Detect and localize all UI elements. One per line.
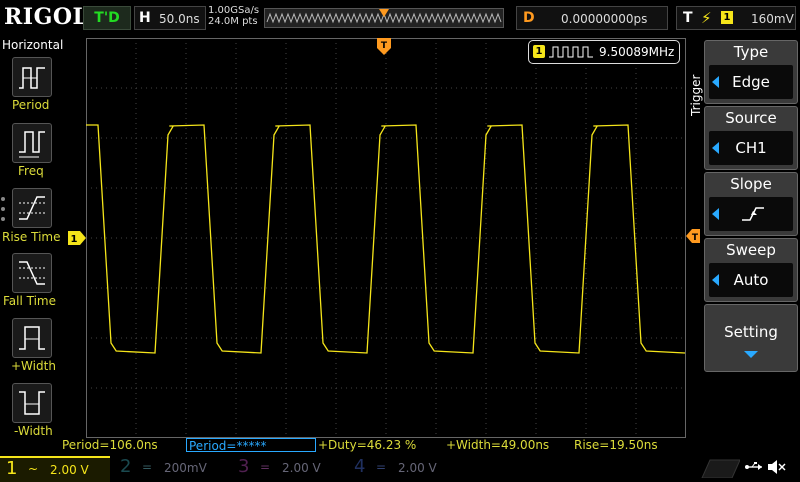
measurement-duty: +Duty=46.23 % [318,438,417,452]
ch4-number: 4 [354,456,366,477]
trigger-setting-button[interactable]: Setting [704,304,798,372]
period-icon [19,67,45,89]
select-arrow-icon [712,208,719,220]
trigger-type-value: Edge [732,73,770,91]
rise-time-button[interactable] [12,188,52,228]
measurement-period-selected[interactable]: Period=***** [186,438,316,453]
freq-counter-value: 9.50089MHz [599,45,675,59]
ch2-tab[interactable]: 2 = 200mV [114,456,226,480]
menu-page-dot [1,197,5,201]
frequency-counter: 1 9.50089MHz [528,40,680,64]
freq-button[interactable] [12,123,52,163]
ch4-scale: 2.00 V [398,461,437,475]
ch2-coupling-icon: = [142,460,153,474]
period-button[interactable] [12,57,52,97]
ch1-coupling-icon: ~ [28,462,39,476]
freq-label: Freq [18,164,44,178]
positive-width-label: +Width [11,359,56,373]
positive-width-icon [19,326,45,350]
measurement-period: Period=106.0ns [62,438,158,452]
trigger-menu-title: Trigger [689,75,703,117]
ch2-scale: 200mV [164,461,207,475]
trigger-source-title: Source [725,109,777,127]
timebase-label: H [139,10,151,26]
freq-counter-channel: 1 [533,45,545,58]
timebase-box[interactable]: H 50.0ns [134,6,206,30]
ch1-number: 1 [6,458,18,479]
graticule-grid [86,38,686,438]
horizontal-menu-title: Horizontal [2,38,64,52]
trigger-status-box[interactable]: T ⚡ 1 160mV [676,6,796,30]
rigol-logo: RIGOL [4,4,89,30]
trigger-channel: 1 [721,11,733,24]
waveform-graticule[interactable] [86,38,686,438]
ch3-coupling-icon: = [260,460,271,474]
memory-depth: 24.0M pts [208,16,258,27]
period-label: Period [12,98,50,112]
freq-icon [19,131,45,158]
trigger-label: T [683,10,693,26]
ch1-tab[interactable]: 1 ~ 2.00 V [0,456,110,482]
svg-text:T: T [381,41,388,51]
memory-waveform-icon [266,9,502,24]
trigger-source-value: CH1 [735,139,767,157]
memory-overview-bar[interactable] [264,8,504,28]
rising-edge-icon [742,207,764,221]
trigger-type-button[interactable]: Type Edge [704,40,798,104]
rise-time-icon [19,196,45,220]
trigger-position-marker-icon[interactable]: T [376,38,392,56]
ch3-tab[interactable]: 3 = 2.00 V [232,456,344,480]
ch1-scale: 2.00 V [50,463,89,477]
negative-width-button[interactable] [12,383,52,423]
delay-value: 0.00000000ps [561,12,648,26]
sample-rate: 1.00GSa/s [208,5,260,16]
run-state-indicator[interactable]: T'D [83,6,131,30]
trigger-type-title: Type [733,43,769,61]
ch4-tab[interactable]: 4 = 2.00 V [348,456,460,480]
trigger-slope-title: Slope [730,175,772,193]
delay-box[interactable]: D 0.00000000ps [516,6,668,30]
positive-width-button[interactable] [12,318,52,358]
ch1-waveform-trace [86,124,686,354]
rising-edge-icon: ⚡ [701,9,712,27]
ch3-number: 3 [238,456,250,477]
trigger-level: 160mV [751,12,794,26]
timebase-value: 50.0ns [159,12,200,26]
square-wave-icon [549,46,593,58]
trigger-sweep-value: Auto [733,271,769,289]
ch1-offset-marker-icon[interactable]: 1 [68,231,86,245]
usb-icon [701,459,740,478]
ch4-coupling-icon: = [376,460,387,474]
fall-time-button[interactable] [12,253,52,293]
ch2-number: 2 [120,456,132,477]
svg-text:T: T [692,233,699,243]
submenu-arrow-icon [744,351,758,358]
trigger-slope-button[interactable]: Slope [704,172,798,236]
trigger-sweep-button[interactable]: Sweep Auto [704,238,798,302]
usb-connection-icon [745,462,762,470]
trigger-level-marker-icon[interactable]: T [686,229,700,243]
trigger-setting-title: Setting [724,323,778,341]
measurement-width: +Width=49.00ns [446,438,550,452]
acquisition-info: 1.00GSa/s 24.0M pts [208,5,259,27]
negative-width-label: -Width [14,424,53,438]
trigger-sweep-title: Sweep [726,241,776,259]
rise-time-label: Rise Time [2,230,61,244]
fall-time-label: Fall Time [3,294,57,308]
delay-label: D [523,10,535,26]
measurement-rise: Rise=19.50ns [574,438,658,452]
menu-page-dot [1,207,5,211]
menu-page-dot [1,217,5,221]
trigger-position-marker-icon [379,9,389,17]
fall-time-icon [19,261,45,285]
negative-width-icon [19,391,45,415]
svg-text:1: 1 [71,234,78,245]
svg-text:Trigger: Trigger [689,75,703,117]
ch3-scale: 2.00 V [282,461,321,475]
trigger-source-button[interactable]: Source CH1 [704,106,798,170]
speaker-muted-icon[interactable] [766,458,786,476]
